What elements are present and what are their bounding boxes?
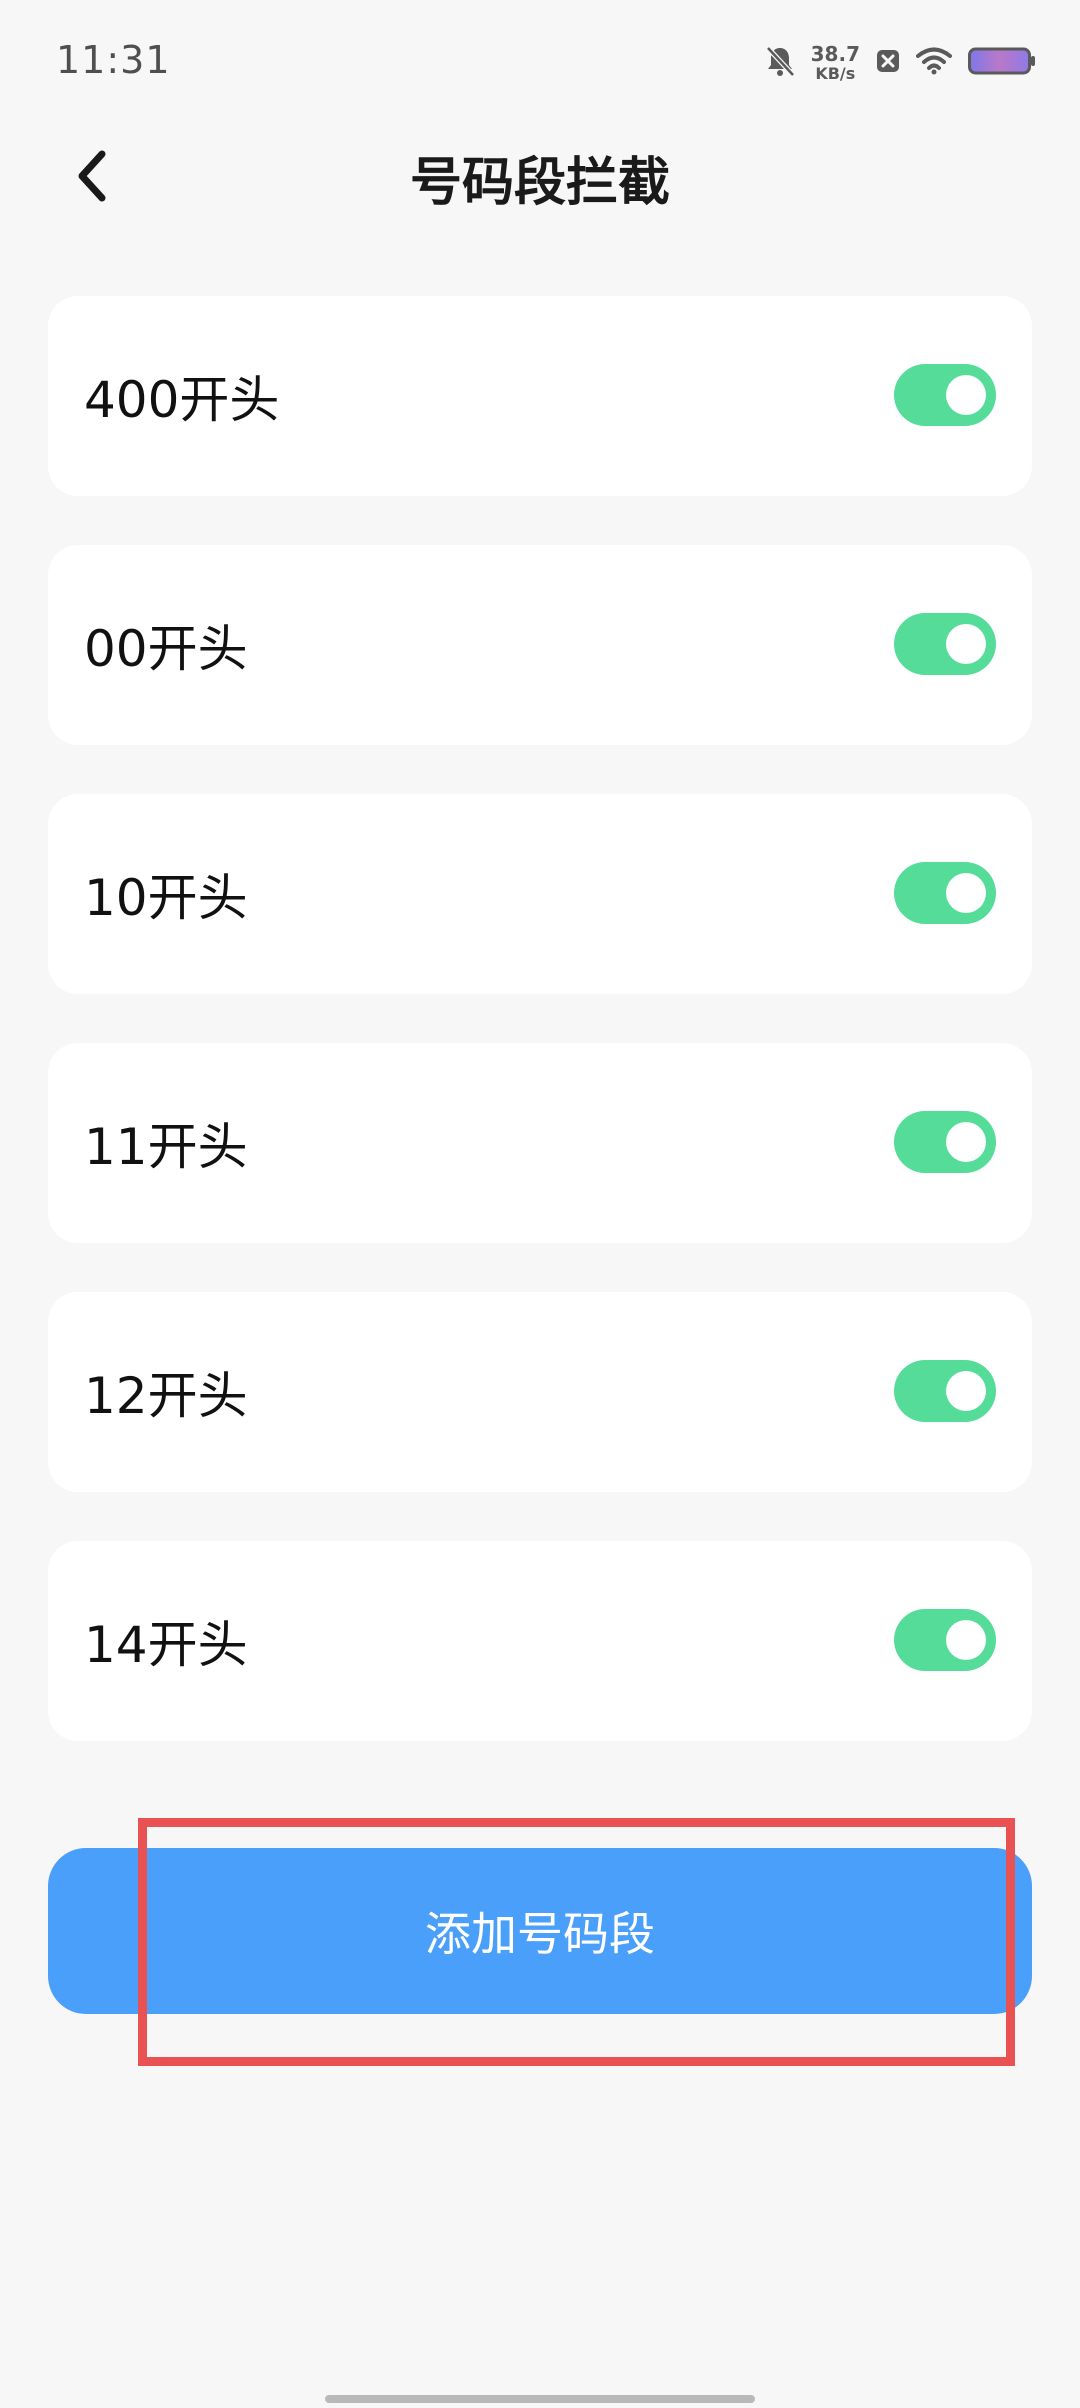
wifi-icon <box>916 47 952 79</box>
bell-muted-icon <box>765 45 795 81</box>
rule-label: 12开头 <box>84 1367 248 1425</box>
rule-label: 400开头 <box>84 371 280 429</box>
rule-card-12: 12开头 <box>48 1292 1032 1492</box>
close-box-icon <box>876 48 900 78</box>
rule-label: 00开头 <box>84 620 248 678</box>
net-speed-value: 38.7 <box>810 42 860 66</box>
header: 号码段拦截 <box>0 120 1080 220</box>
rule-card-00: 00开头 <box>48 545 1032 745</box>
toggle-knob <box>946 873 986 913</box>
toggle-knob <box>946 1371 986 1411</box>
highlight-box <box>138 1818 1015 2066</box>
rule-toggle[interactable] <box>894 364 996 426</box>
status-bar: 11:31 38.7 KB/s <box>0 0 1080 120</box>
screen: 11:31 38.7 KB/s 号码段拦截 400开头 00开头 10开头 11… <box>0 0 1080 2408</box>
rule-toggle[interactable] <box>894 1360 996 1422</box>
battery-icon <box>968 46 1036 80</box>
rule-label: 10开头 <box>84 869 248 927</box>
status-time: 11:31 <box>56 38 171 82</box>
toggle-knob <box>946 375 986 415</box>
net-speed-unit: KB/s <box>815 64 856 83</box>
toggle-knob <box>946 624 986 664</box>
page-title: 号码段拦截 <box>409 153 670 213</box>
rule-toggle[interactable] <box>894 613 996 675</box>
rule-card-400: 400开头 <box>48 296 1032 496</box>
toggle-knob <box>946 1122 986 1162</box>
rule-card-11: 11开头 <box>48 1043 1032 1243</box>
net-speed: 38.7 KB/s <box>811 44 860 82</box>
rule-label: 11开头 <box>84 1118 248 1176</box>
status-icons: 38.7 KB/s <box>765 38 1036 88</box>
rule-toggle[interactable] <box>894 1111 996 1173</box>
toggle-knob <box>946 1620 986 1660</box>
rule-card-10: 10开头 <box>48 794 1032 994</box>
rule-toggle[interactable] <box>894 1609 996 1671</box>
rule-toggle[interactable] <box>894 862 996 924</box>
rule-card-14: 14开头 <box>48 1541 1032 1741</box>
rule-label: 14开头 <box>84 1616 248 1674</box>
home-indicator[interactable] <box>325 2395 755 2403</box>
